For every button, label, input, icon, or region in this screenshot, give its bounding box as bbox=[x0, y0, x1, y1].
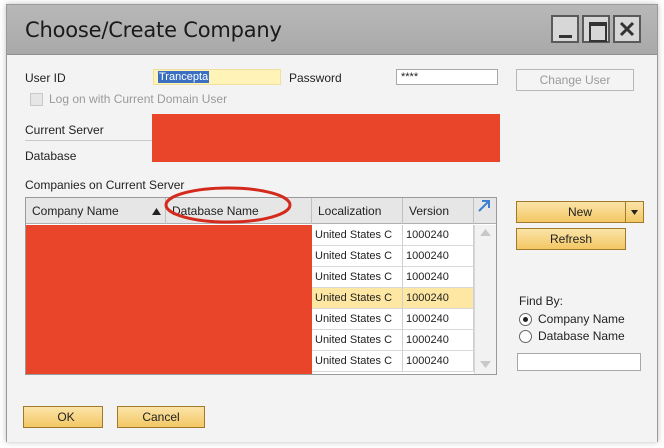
radio-company-name-label: Company Name bbox=[538, 312, 625, 326]
version-cell: 1000240 bbox=[403, 288, 474, 309]
scroll-down-icon[interactable] bbox=[480, 361, 491, 368]
dialog-content: User ID Trancepta Password **** Change U… bbox=[7, 56, 657, 442]
table-row[interactable]: United States C 1000240 bbox=[312, 267, 496, 288]
version-cell: 1000240 bbox=[403, 330, 474, 351]
minimize-button[interactable] bbox=[551, 15, 579, 43]
close-icon bbox=[619, 21, 635, 37]
version-cell: 1000240 bbox=[403, 246, 474, 267]
localization-cell: United States C bbox=[312, 288, 403, 309]
scroll-up-icon[interactable] bbox=[480, 229, 491, 236]
version-cell: 1000240 bbox=[403, 309, 474, 330]
password-label: Password bbox=[289, 71, 342, 85]
new-dropdown-toggle[interactable] bbox=[625, 202, 643, 222]
ok-button[interactable]: OK bbox=[23, 406, 103, 428]
table-row[interactable]: United States C 1000240 bbox=[312, 309, 496, 330]
radio-database-name-label: Database Name bbox=[538, 329, 625, 343]
find-by-input[interactable] bbox=[517, 353, 641, 371]
version-cell: 1000240 bbox=[403, 351, 474, 372]
vertical-scrollbar[interactable] bbox=[474, 225, 496, 374]
redacted-company-names bbox=[26, 225, 312, 374]
window-title: Choose/Create Company bbox=[25, 18, 282, 42]
choose-company-dialog: Choose/Create Company User ID Trancepta … bbox=[6, 4, 658, 442]
companies-section-label: Companies on Current Server bbox=[25, 178, 185, 192]
sort-ascending-icon bbox=[152, 208, 161, 215]
localization-cell: United States C bbox=[312, 351, 403, 372]
password-field[interactable]: **** bbox=[396, 69, 498, 85]
column-header-localization[interactable]: Localization bbox=[312, 198, 403, 224]
table-row[interactable]: United States C 1000240 bbox=[312, 246, 496, 267]
annotation-circle bbox=[164, 186, 292, 224]
title-bar[interactable]: Choose/Create Company bbox=[7, 5, 657, 55]
database-label: Database bbox=[25, 149, 77, 163]
maximize-button[interactable] bbox=[582, 15, 610, 43]
refresh-button[interactable]: Refresh bbox=[516, 228, 626, 250]
find-by-label: Find By: bbox=[519, 294, 564, 308]
domain-user-checkbox[interactable] bbox=[30, 93, 43, 106]
cancel-button[interactable]: Cancel bbox=[117, 406, 205, 428]
localization-cell: United States C bbox=[312, 225, 403, 246]
close-button[interactable] bbox=[613, 15, 641, 43]
expand-arrow-icon[interactable] bbox=[477, 199, 491, 213]
chevron-down-icon bbox=[631, 210, 638, 215]
localization-cell: United States C bbox=[312, 309, 403, 330]
table-row[interactable]: United States C 1000240 bbox=[312, 288, 496, 309]
user-id-label: User ID bbox=[25, 71, 66, 85]
localization-cell: United States C bbox=[312, 246, 403, 267]
change-user-button[interactable]: Change User bbox=[516, 69, 634, 91]
table-row[interactable]: United States C 1000240 bbox=[312, 225, 496, 246]
new-button[interactable]: New bbox=[516, 201, 644, 223]
localization-cell: United States C bbox=[312, 267, 403, 288]
table-row[interactable]: United States C 1000240 bbox=[312, 330, 496, 351]
version-cell: 1000240 bbox=[403, 267, 474, 288]
current-server-label: Current Server bbox=[25, 123, 104, 137]
radio-company-name[interactable] bbox=[519, 313, 532, 326]
user-id-field[interactable]: Trancepta bbox=[153, 69, 281, 85]
redacted-server-info bbox=[152, 114, 500, 162]
user-id-value: Trancepta bbox=[158, 71, 210, 83]
table-row[interactable]: United States C 1000240 bbox=[312, 351, 496, 372]
version-cell: 1000240 bbox=[403, 225, 474, 246]
localization-cell: United States C bbox=[312, 330, 403, 351]
column-header-version[interactable]: Version bbox=[403, 198, 474, 224]
radio-database-name[interactable] bbox=[519, 330, 532, 343]
domain-user-label: Log on with Current Domain User bbox=[49, 92, 228, 106]
column-header-company-name[interactable]: Company Name bbox=[26, 198, 166, 224]
